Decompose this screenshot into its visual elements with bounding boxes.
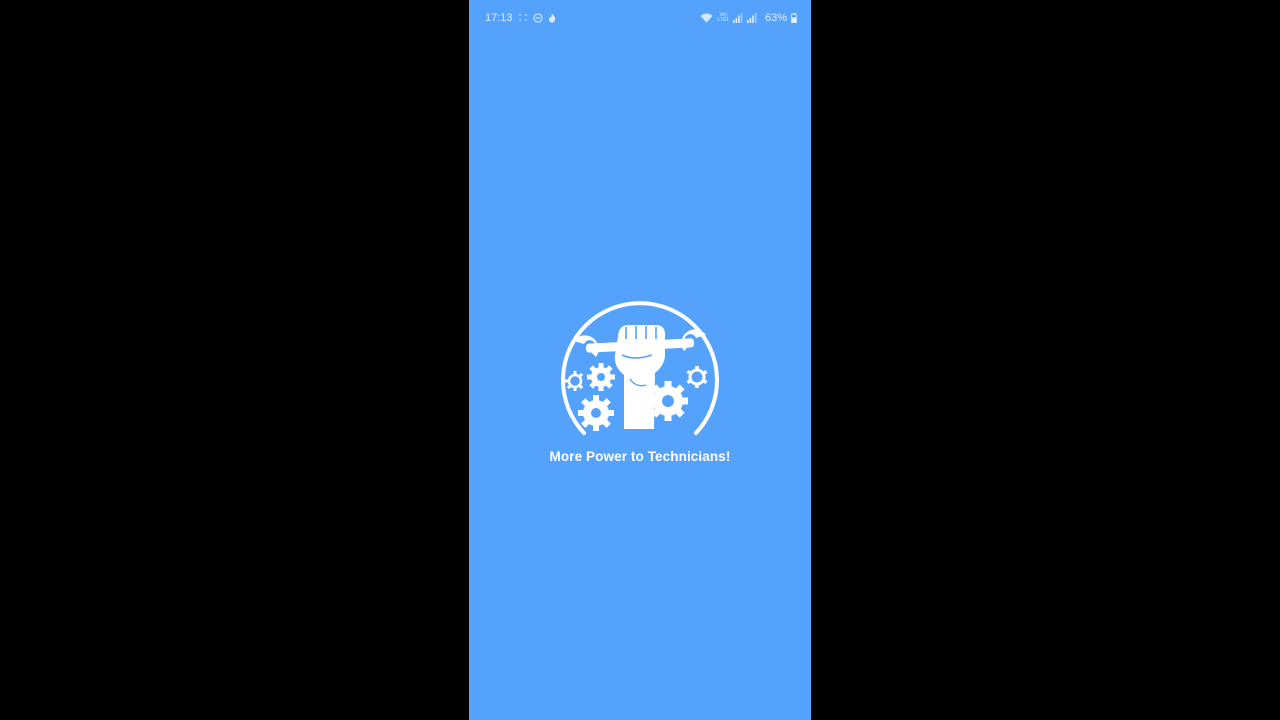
status-bar: 17:13 Vo) LTE1 63% [469,0,811,34]
volte-bottom-label: LTE1 [717,16,729,23]
signal-icon [732,12,743,23]
status-time: 17:13 [485,11,513,24]
battery-icon [791,12,797,23]
fire-icon [548,13,556,23]
screen-recording-frame: 17:13 Vo) LTE1 63% More Power to Technic… [0,0,1280,720]
wifi-icon [700,13,713,23]
status-bar-left: 17:13 [485,11,556,24]
notification-dots-icon [518,13,528,22]
status-bar-right: Vo) LTE1 63% [700,11,797,24]
volte-icon: Vo) LTE1 [717,12,729,23]
battery-fill [791,16,797,22]
tagline: More Power to Technicians! [549,449,731,464]
phone-screen: 17:13 Vo) LTE1 63% More Power to Technic… [469,0,811,720]
signal-icon [746,12,757,23]
technician-logo [560,289,720,439]
do-not-disturb-icon [532,12,543,23]
battery-percent: 63% [764,11,787,24]
splash-content: More Power to Technicians! [469,289,811,464]
